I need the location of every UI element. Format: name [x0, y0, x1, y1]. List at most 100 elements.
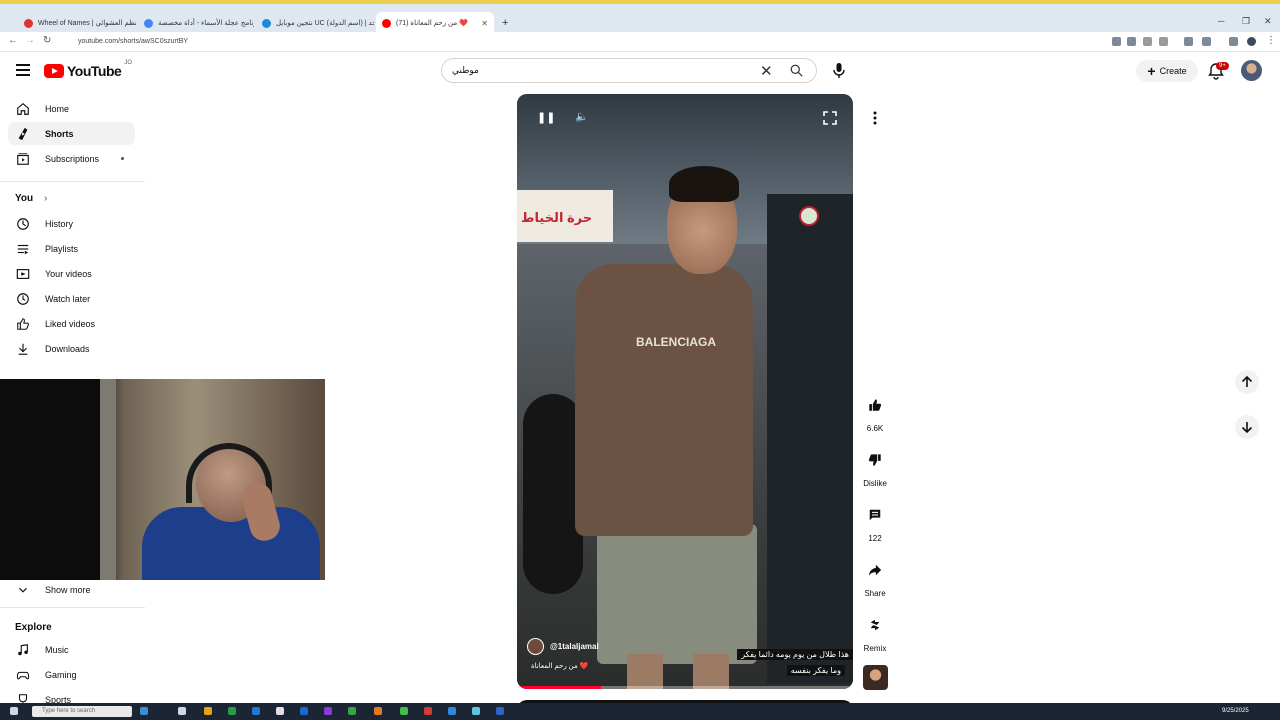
close-window-icon[interactable]: ✕ [1264, 16, 1272, 27]
taskbar-app-icon[interactable] [496, 707, 504, 715]
fullscreen-icon[interactable] [823, 111, 837, 125]
channel-avatar[interactable] [527, 638, 544, 655]
taskbar-app-icon[interactable] [252, 707, 260, 715]
url-field[interactable]: youtube.com/shorts/awSC0szurtBY [62, 35, 1102, 49]
taskbar-app-icon[interactable] [276, 707, 284, 715]
sidebar-item-liked-videos[interactable]: Liked videos [8, 312, 135, 335]
taskbar-search[interactable]: Type here to search [32, 706, 132, 717]
shorts-video-player[interactable]: حرة الخياط BALENCIAGA ❚❚ 🔈 @1talaljamal … [517, 94, 853, 689]
remix-icon [870, 619, 880, 631]
channel-handle[interactable]: @1talaljamal [550, 642, 599, 651]
sidebar-item-watch-later[interactable]: Watch later [8, 287, 135, 310]
like-button[interactable]: 6.6K [862, 392, 888, 433]
youtube-logo[interactable]: YouTube JO [44, 60, 132, 79]
microphone-icon[interactable] [829, 60, 849, 80]
share-button[interactable]: Share [862, 557, 888, 598]
dislike-button[interactable]: Dislike [862, 447, 888, 488]
sidebar-item-shorts[interactable]: Shorts [8, 122, 135, 145]
create-button[interactable]: + Create [1136, 60, 1198, 82]
sidebar-item-label: Liked videos [45, 318, 96, 329]
sidebar-item-gaming[interactable]: Gaming [8, 663, 135, 686]
you-section-heading[interactable]: You › [15, 193, 47, 204]
tab-name-wheel[interactable]: برنامج عجلة الأسماء - أداة مخصصة ✕ [138, 12, 254, 34]
maximize-icon[interactable]: ❐ [1242, 16, 1250, 27]
tab-favicon [24, 18, 33, 28]
tab-favicon [144, 18, 153, 28]
comments-button[interactable]: 122 [862, 502, 888, 543]
sidebar-item-label: Watch later [45, 293, 91, 304]
translate-icon[interactable] [1127, 37, 1136, 46]
taskbar-app-icon[interactable] [178, 707, 186, 715]
volume-icon[interactable]: 🔈 [575, 110, 589, 123]
zoom-icon[interactable] [1143, 37, 1152, 46]
minimize-icon[interactable]: ─ [1218, 16, 1224, 26]
profile-icon[interactable] [1247, 37, 1256, 46]
previous-short-button[interactable] [1235, 370, 1259, 394]
sidebar-item-your-videos[interactable]: Your videos [8, 262, 135, 285]
taskbar-app-icon[interactable] [140, 707, 148, 715]
taskbar-app-icon[interactable] [448, 707, 456, 715]
sidebar-item-music[interactable]: Music [8, 638, 135, 661]
video-caption[interactable]: من رحم المعاناة ❤️ [531, 662, 588, 670]
channel-info[interactable]: @1talaljamal [527, 638, 599, 655]
arrow-up-icon [1241, 375, 1253, 387]
progress-fill [517, 686, 601, 689]
start-icon[interactable] [10, 707, 18, 715]
sidebar-item-subscriptions[interactable]: Subscriptions [8, 147, 135, 170]
sidebar-item-history[interactable]: History [8, 212, 135, 235]
forward-icon[interactable]: → [25, 35, 35, 46]
sidebar-item-label: Your videos [45, 268, 92, 279]
tab-title: (71) من رحم المعاناة ❤️ [396, 20, 468, 27]
share-label: Share [864, 589, 886, 598]
taskbar-app-icon[interactable] [228, 707, 236, 715]
taskbar-app-icon[interactable] [424, 707, 432, 715]
video-progress-bar[interactable] [517, 686, 853, 689]
pause-icon[interactable]: ❚❚ [537, 111, 555, 124]
taskbar-app-icon[interactable] [204, 707, 212, 715]
history-icon [17, 217, 29, 230]
taskbar-app-icon[interactable] [324, 707, 332, 715]
show-more-button[interactable]: Show more [8, 578, 135, 601]
taskbar-app-icon[interactable] [472, 707, 480, 715]
taskbar-app-icon[interactable] [348, 707, 356, 715]
audio-source-thumbnail[interactable] [863, 665, 888, 690]
sidebar-item-playlists[interactable]: Playlists [8, 237, 135, 260]
account-avatar[interactable] [1241, 60, 1262, 81]
shop-sign-text: حرة الخياط [521, 210, 593, 225]
downloads-icon[interactable] [1229, 37, 1238, 46]
menu-icon[interactable] [16, 64, 30, 76]
sidebar-item-downloads[interactable]: Downloads [8, 337, 135, 360]
tab-wheel-of-names[interactable]: Wheel of Names | نظم العشوائي ✕ [18, 12, 136, 34]
you-heading-label: You [15, 193, 34, 204]
subscriptions-icon [17, 152, 29, 165]
next-short-button[interactable] [1235, 415, 1259, 439]
taskbar-app-icon[interactable] [300, 707, 308, 715]
search-box[interactable]: موطني ✕ [441, 58, 817, 83]
sidebar-item-label: Home [45, 103, 70, 114]
plus-icon: + [1147, 63, 1156, 79]
more-options-icon[interactable] [866, 109, 884, 127]
search-icon[interactable] [790, 64, 803, 77]
bookmark-star-icon[interactable] [1159, 37, 1168, 46]
sidebar-item-label: Gaming [45, 669, 77, 680]
extension-icon[interactable] [1112, 37, 1121, 46]
tab-youtube-active[interactable]: (71) من رحم المعاناة ❤️ ✕ [376, 12, 494, 34]
logo-text: YouTube [67, 63, 122, 79]
search-input[interactable]: موطني [452, 65, 479, 76]
reload-icon[interactable]: ↻ [43, 35, 51, 46]
create-label: Create [1159, 66, 1187, 76]
sidebar-item-home[interactable]: Home [8, 97, 135, 120]
sidebar-item-label: Downloads [45, 343, 90, 354]
clear-search-icon[interactable]: ✕ [760, 62, 773, 80]
menu-kebab-icon[interactable]: ⋮ [1266, 35, 1276, 46]
remix-button[interactable]: Remix [862, 612, 888, 653]
tab-uc-mobile[interactable]: نتجين موبايل UC (اسم الدولة) | خد ✕ [256, 12, 374, 34]
puzzle-icon[interactable] [1202, 37, 1211, 46]
close-icon[interactable]: ✕ [481, 19, 488, 28]
taskbar-app-icon[interactable] [374, 707, 382, 715]
new-tab-button[interactable]: + [496, 12, 512, 34]
extension-icon[interactable] [1184, 37, 1193, 46]
sidebar-divider [0, 607, 145, 608]
back-icon[interactable]: ← [8, 35, 18, 46]
taskbar-app-icon[interactable] [400, 707, 408, 715]
